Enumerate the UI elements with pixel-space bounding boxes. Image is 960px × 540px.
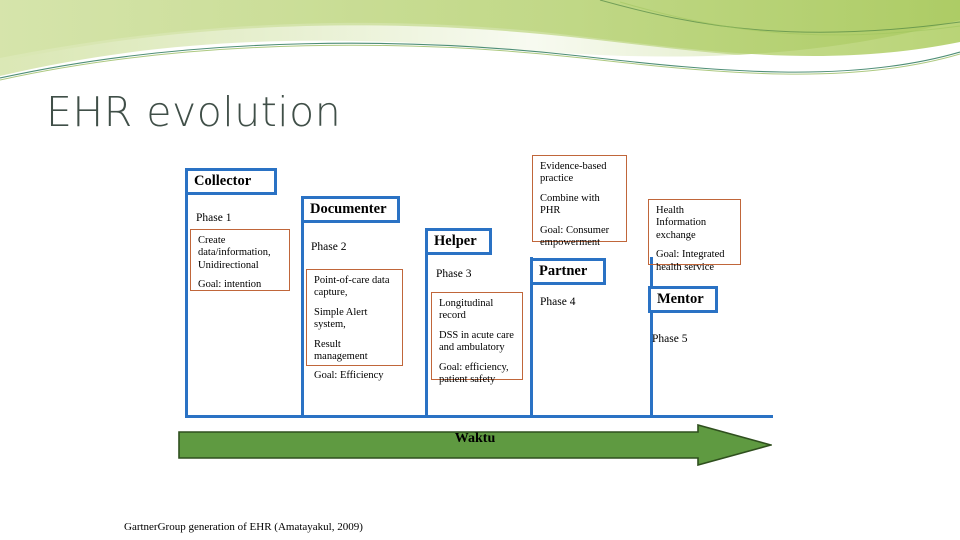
detail-line: Simple Alert system,	[314, 306, 368, 331]
detail-line: Create data/information, Unidirectional	[198, 235, 271, 271]
detail-box-phase-2: Point-of-care data capture, Simple Alert…	[306, 269, 403, 381]
role-box-helper[interactable]: Helper	[425, 228, 492, 255]
phase-caption-5: Phase 5	[652, 333, 688, 345]
detail-line: Combine with PHR	[540, 192, 600, 217]
detail-line: Goal: efficiency, patient safety	[439, 361, 509, 386]
detail-line: Goal: Consumer empowerment	[540, 224, 610, 249]
detail-line: Goal: Efficiency	[314, 370, 384, 382]
slide-canvas: EHR evolution Collector Phase 1 Create d…	[0, 0, 960, 540]
role-box-partner[interactable]: Partner	[530, 258, 606, 285]
detail-line: Health Information exchange	[656, 205, 707, 241]
detail-line: Longitudinal record	[439, 298, 494, 322]
phase-caption-4: Phase 4	[540, 296, 576, 308]
role-label-partner: Partner	[539, 263, 588, 280]
role-label-mentor: Mentor	[657, 291, 704, 308]
detail-box-phase-5: Health Information exchange Goal: Integr…	[648, 199, 741, 273]
source-citation: GartnerGroup generation of EHR (Amatayak…	[124, 521, 363, 533]
role-box-documenter[interactable]: Documenter	[301, 196, 400, 223]
detail-box-phase-3: Longitudinal record DSS in acute care an…	[431, 292, 523, 385]
role-label-documenter: Documenter	[310, 201, 387, 218]
phase-caption-1: Phase 1	[196, 212, 232, 224]
detail-line: Evidence-based practice	[540, 161, 607, 185]
role-box-mentor[interactable]: Mentor	[648, 286, 718, 313]
phase-caption-3: Phase 3	[436, 268, 472, 280]
detail-box-phase-1: Create data/information, Unidirectional …	[190, 229, 290, 291]
detail-line: Point-of-care data capture,	[314, 275, 390, 299]
phase-caption-2: Phase 2	[311, 241, 347, 253]
detail-line: DSS in acute care and ambulatory	[439, 329, 514, 354]
time-axis-arrow	[178, 424, 772, 466]
role-label-helper: Helper	[434, 233, 477, 250]
role-label-collector: Collector	[194, 173, 252, 190]
detail-line: Goal: intention	[198, 279, 262, 291]
detail-box-phase-4: Evidence-based practice Combine with PHR…	[532, 155, 627, 248]
detail-line: Goal: Integrated health service	[656, 249, 725, 273]
detail-line: Result management	[314, 338, 368, 363]
ehr-evolution-diagram: Collector Phase 1 Create data/informatio…	[0, 0, 960, 540]
stage-column-1-frame	[185, 192, 301, 418]
role-box-collector[interactable]: Collector	[185, 168, 277, 195]
